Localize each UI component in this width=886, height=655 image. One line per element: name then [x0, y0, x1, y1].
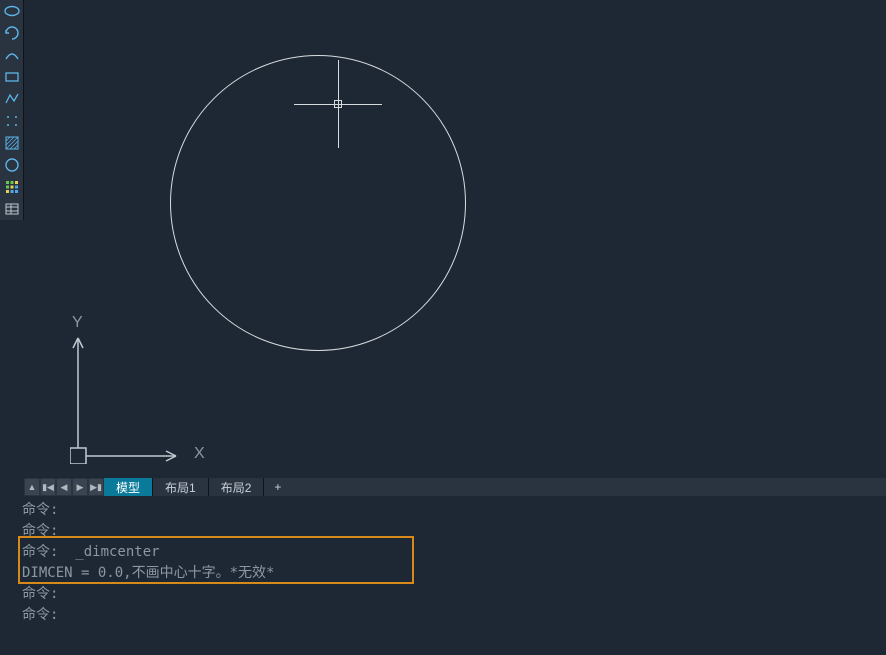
- command-line: DIMCEN = 0.0,不画中心十字。*无效*: [22, 563, 878, 584]
- table-tool[interactable]: [0, 198, 24, 220]
- ellipse-tool[interactable]: [0, 0, 24, 22]
- command-line: 命令:: [22, 605, 878, 626]
- circle-tool[interactable]: [0, 154, 24, 176]
- left-toolbar: [0, 0, 24, 220]
- command-line: 命令:: [22, 584, 878, 605]
- arc-tool[interactable]: [0, 44, 24, 66]
- drawing-canvas[interactable]: X Y: [24, 0, 886, 478]
- command-line: 命令: _dimcenter: [22, 542, 878, 563]
- ucs-y-label: Y: [72, 314, 83, 332]
- tab-first-icon[interactable]: ▮◀: [41, 479, 55, 495]
- tab-collapse-icon[interactable]: ▲: [25, 479, 39, 495]
- tab-model[interactable]: 模型: [104, 478, 153, 497]
- grid-tool[interactable]: [0, 176, 24, 198]
- command-line: 命令:: [22, 500, 878, 521]
- ucs-x-label: X: [194, 445, 205, 463]
- polyline-tool[interactable]: [0, 88, 24, 110]
- cursor-pickbox: [334, 100, 342, 108]
- tab-next-icon[interactable]: ▶: [73, 479, 87, 495]
- rectangle-tool[interactable]: [0, 66, 24, 88]
- circle-entity: [170, 55, 466, 351]
- tab-layout1[interactable]: 布局1: [153, 478, 209, 497]
- command-panel[interactable]: 命令: 命令: 命令: _dimcenter DIMCEN = 0.0,不画中心…: [0, 496, 886, 655]
- dots-tool[interactable]: [0, 110, 24, 132]
- tab-layout2[interactable]: 布局2: [209, 478, 265, 497]
- rotate-tool[interactable]: [0, 22, 24, 44]
- command-line: 命令:: [22, 521, 878, 542]
- ucs-icon: X Y: [70, 314, 210, 464]
- tab-last-icon[interactable]: ▶▮: [89, 479, 103, 495]
- tab-add-button[interactable]: +: [264, 479, 291, 495]
- hatch-tool[interactable]: [0, 132, 24, 154]
- tab-bar: ▲ ▮◀ ◀ ▶ ▶▮ 模型 布局1 布局2 +: [24, 478, 886, 496]
- tab-prev-icon[interactable]: ◀: [57, 479, 71, 495]
